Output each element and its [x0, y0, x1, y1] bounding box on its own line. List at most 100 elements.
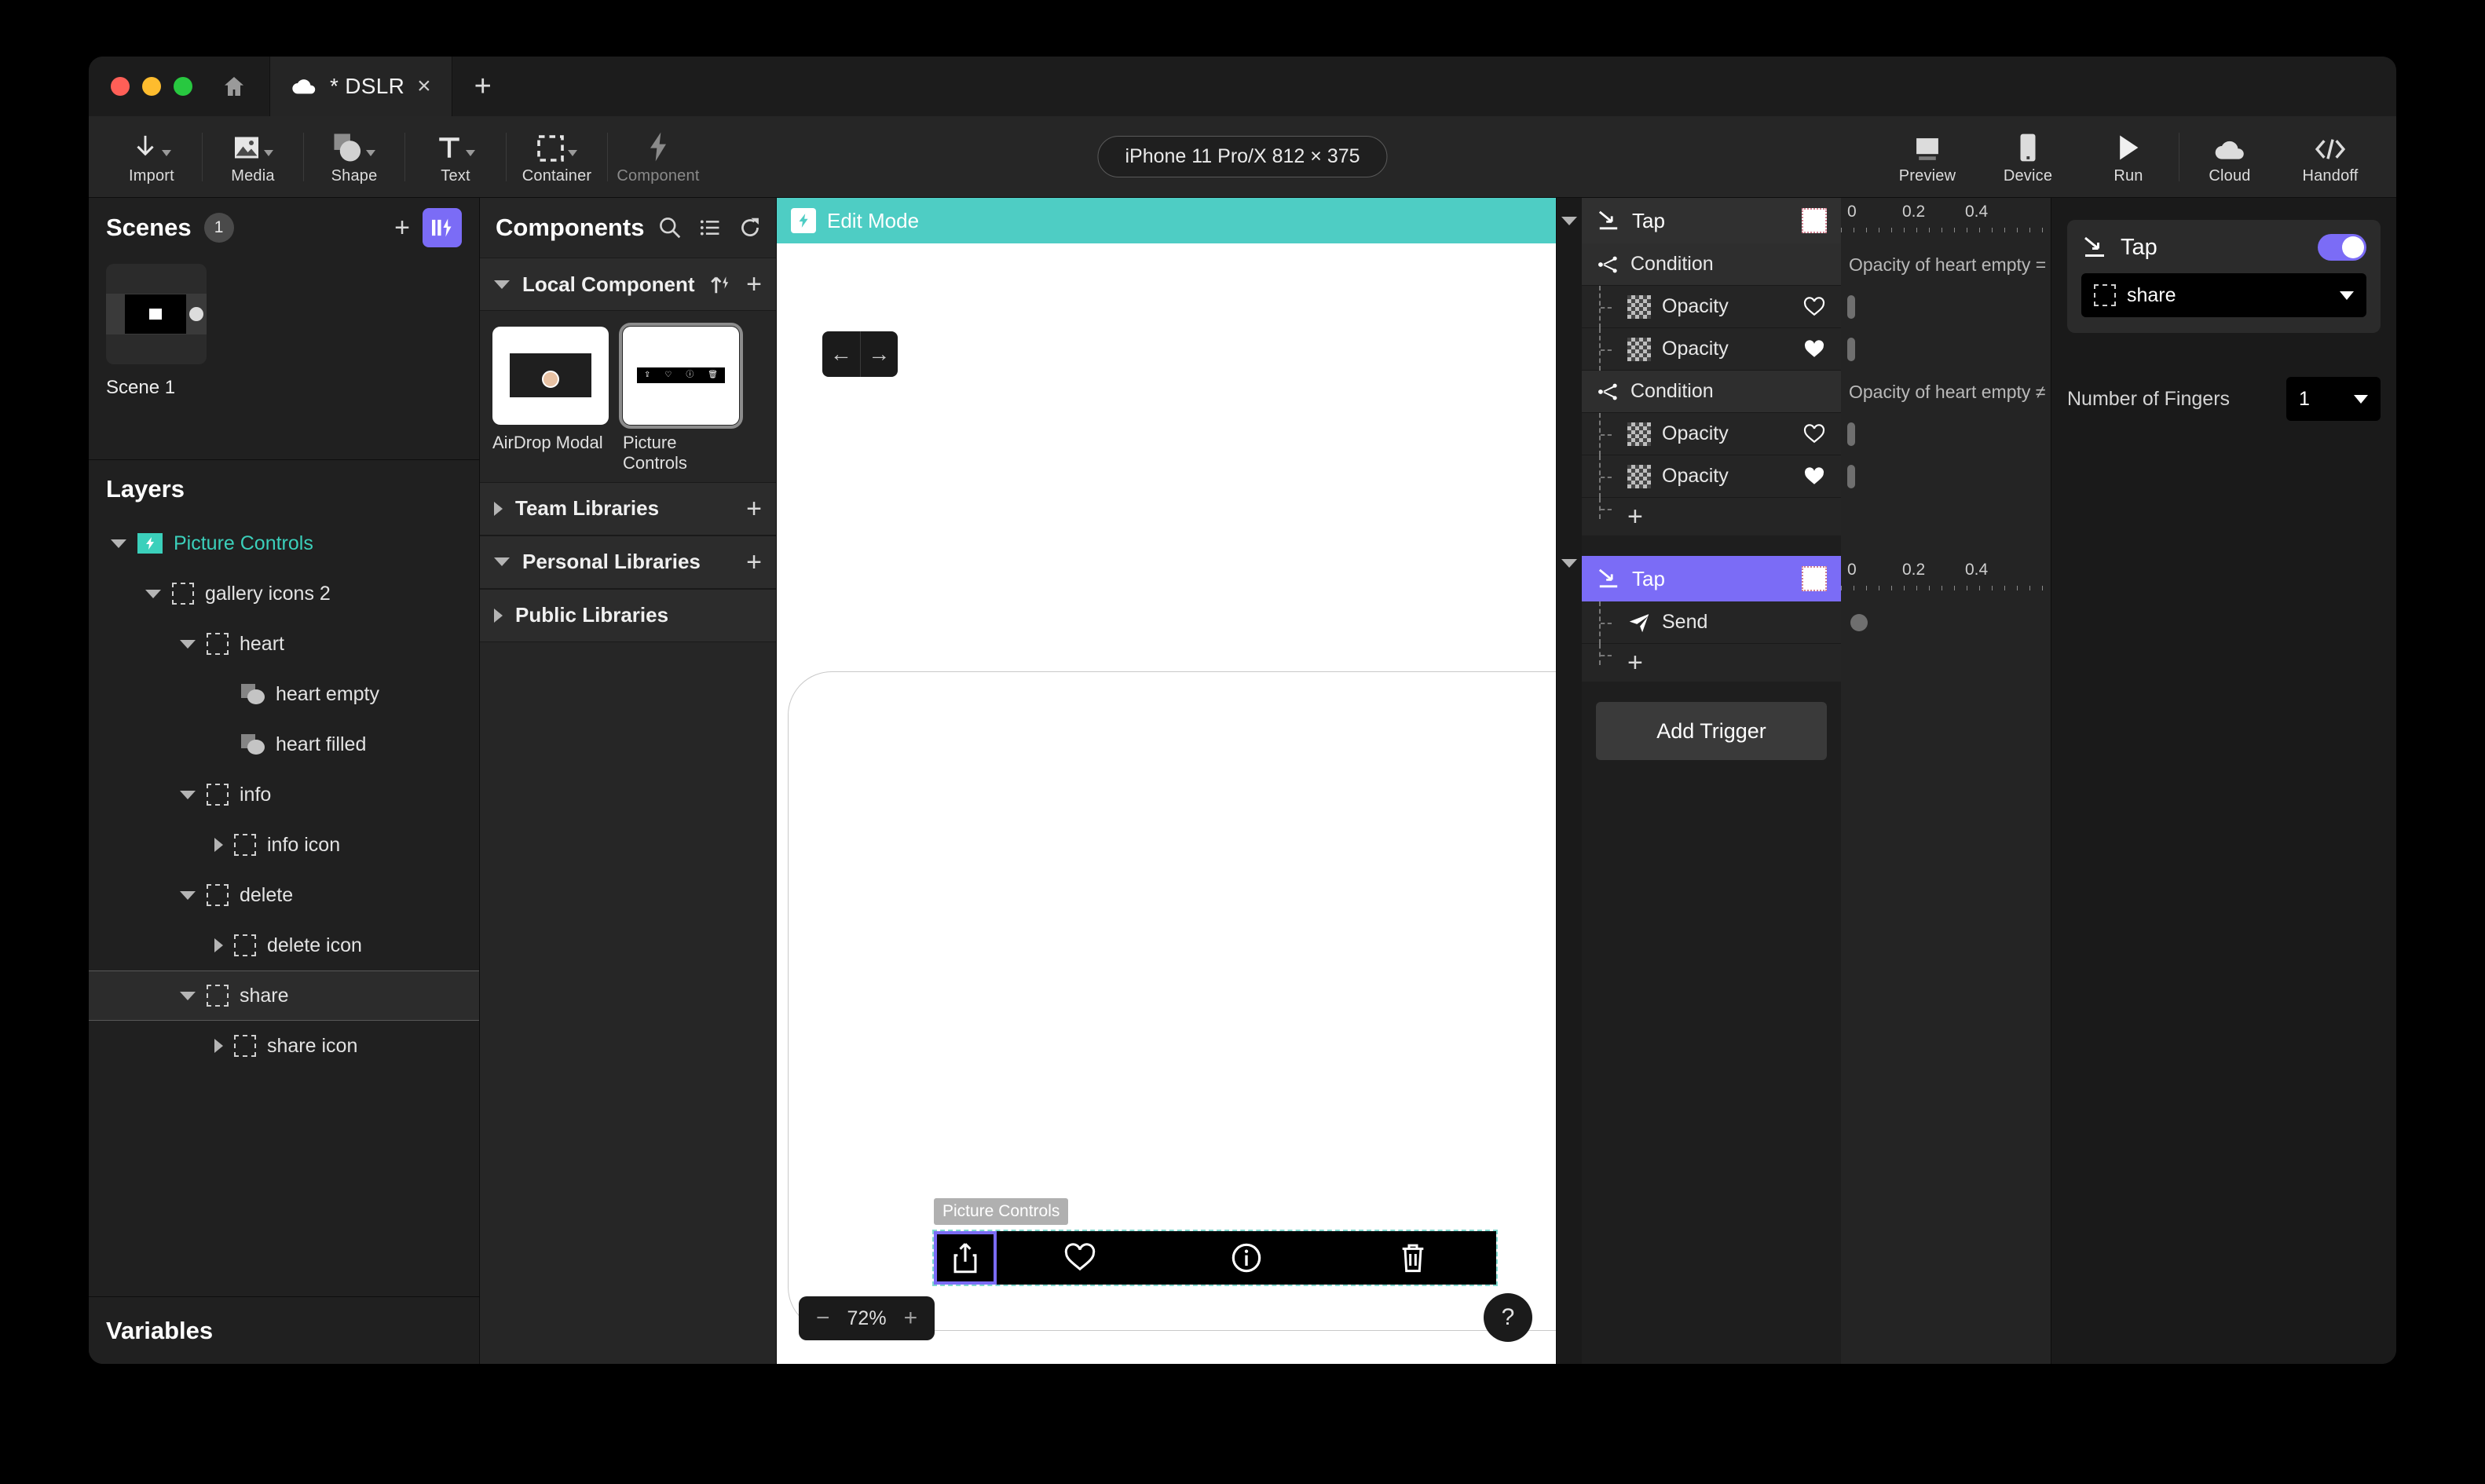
scene-thumbnail[interactable]	[106, 264, 207, 364]
trigger-header-tap-2[interactable]: Tap	[1582, 556, 1841, 601]
trigger-row-action[interactable]: Send	[1582, 601, 1841, 644]
chevron-down-icon[interactable]	[180, 639, 196, 649]
layer-row[interactable]: gallery icons 2	[89, 568, 479, 619]
chevron-down-icon[interactable]	[180, 790, 196, 799]
flash-panel-icon[interactable]	[423, 208, 462, 247]
keyframe-bar[interactable]	[1847, 465, 1855, 488]
component-card[interactable]: AirDrop Modal	[492, 327, 609, 474]
toolbar-device-button[interactable]: Device	[1978, 128, 2078, 185]
search-icon[interactable]	[658, 216, 682, 239]
trigger-target-swatch[interactable]	[1802, 566, 1827, 591]
add-team-library-button[interactable]: +	[746, 495, 762, 522]
layer-row[interactable]: heart	[89, 619, 479, 669]
trigger-row-action[interactable]: Opacity	[1582, 412, 1841, 455]
layer-row[interactable]: info	[89, 769, 479, 820]
add-action-button[interactable]: +	[1627, 503, 1643, 530]
chevron-right-icon[interactable]	[494, 501, 503, 516]
chevron-down-icon[interactable]	[494, 280, 510, 289]
trigger-target-swatch[interactable]	[1802, 208, 1827, 233]
layer-row[interactable]: heart filled	[89, 719, 479, 769]
list-icon[interactable]	[699, 217, 721, 239]
toolbar-component-button[interactable]: Component	[608, 128, 708, 185]
section-local-component[interactable]: Local Component +	[480, 258, 776, 311]
collapse-trigger-2-icon[interactable]	[1561, 558, 1577, 568]
layer-row[interactable]: info icon	[89, 820, 479, 870]
collapse-trigger-1-icon[interactable]	[1561, 216, 1577, 225]
timeline[interactable]: 0 0.2 0.4 Opacity of heart empty = Opaci…	[1841, 198, 2051, 1364]
add-personal-library-button[interactable]: +	[746, 549, 762, 576]
section-public-libraries[interactable]: Public Libraries	[480, 588, 776, 642]
chevron-right-icon[interactable]	[494, 608, 503, 623]
layer-row-share[interactable]: share	[89, 970, 479, 1021]
chevron-down-icon[interactable]	[494, 557, 510, 567]
trigger-header-tap-1[interactable]: Tap	[1582, 198, 1841, 243]
toolbar-import-button[interactable]: Import	[101, 128, 202, 185]
trigger-row-condition[interactable]: Condition	[1582, 243, 1841, 286]
trigger-enabled-toggle[interactable]	[2318, 234, 2366, 261]
trigger-row-condition[interactable]: Condition	[1582, 371, 1841, 413]
trigger-row-action[interactable]: Opacity	[1582, 327, 1841, 371]
canvas-area[interactable]: ← → Picture Controls − 72% + ?	[777, 243, 1556, 1364]
layer-row[interactable]: share icon	[89, 1021, 479, 1071]
add-scene-button[interactable]: +	[394, 214, 410, 241]
chevron-down-icon[interactable]	[180, 991, 196, 1000]
close-window-button[interactable]	[111, 77, 130, 96]
device-size-pill[interactable]: iPhone 11 Pro/X 812 × 375	[1097, 136, 1388, 177]
toolbar-preview-button[interactable]: Preview	[1877, 128, 1978, 185]
trigger-row-action[interactable]: Opacity	[1582, 285, 1841, 328]
toolbar-container-button[interactable]: Container	[507, 128, 607, 185]
refresh-icon[interactable]	[738, 216, 762, 239]
toolbar-media-button[interactable]: Media	[203, 128, 303, 185]
component-card-selected[interactable]: ⇪ ♡ ⓘ 🗑 Picture Controls	[619, 323, 743, 474]
chevron-right-icon[interactable]	[214, 838, 223, 852]
toolbar-handoff-button[interactable]: Handoff	[2280, 128, 2381, 185]
toolbar-run-button[interactable]: Run	[2078, 128, 2179, 185]
keyframe-row[interactable]	[1841, 413, 2051, 455]
add-action-row-2[interactable]: +	[1582, 644, 1841, 682]
nav-back-button[interactable]: ←	[822, 331, 861, 377]
add-local-component-button[interactable]: +	[746, 271, 762, 298]
chevron-down-icon[interactable]	[466, 150, 475, 156]
trigger-row-action[interactable]: Opacity	[1582, 455, 1841, 498]
layer-row[interactable]: delete	[89, 870, 479, 920]
share-icon[interactable]	[934, 1231, 997, 1285]
nav-forward-button[interactable]: →	[861, 331, 898, 377]
chevron-down-icon[interactable]	[111, 539, 126, 548]
zoom-in-button[interactable]: +	[904, 1305, 918, 1332]
picture-controls-component[interactable]	[932, 1230, 1498, 1286]
toolbar-text-button[interactable]: Text	[405, 128, 506, 185]
maximize-window-button[interactable]	[174, 77, 192, 96]
keyframe-row[interactable]	[1841, 601, 2051, 644]
info-icon[interactable]	[1163, 1231, 1330, 1285]
add-trigger-button[interactable]: Add Trigger	[1596, 702, 1827, 760]
keyframe-row[interactable]	[1841, 286, 2051, 328]
chevron-down-icon[interactable]	[162, 150, 171, 156]
keyframe-bar[interactable]	[1847, 295, 1855, 319]
layer-row[interactable]: heart empty	[89, 669, 479, 719]
new-tab-button[interactable]: +	[452, 57, 514, 116]
chevron-down-icon[interactable]	[366, 150, 375, 156]
chevron-down-icon[interactable]	[568, 150, 577, 156]
chevron-down-icon[interactable]	[264, 150, 273, 156]
keyframe-dot[interactable]	[1850, 614, 1868, 631]
chevron-down-icon[interactable]	[145, 589, 161, 598]
keyframe-row[interactable]	[1841, 328, 2051, 371]
upload-flash-icon[interactable]	[708, 273, 730, 295]
keyframe-bar[interactable]	[1847, 338, 1855, 361]
chevron-down-icon[interactable]	[180, 890, 196, 900]
chevron-down-icon[interactable]	[2354, 394, 2368, 404]
layer-row[interactable]: delete icon	[89, 920, 479, 970]
chevron-right-icon[interactable]	[214, 1039, 223, 1053]
close-icon[interactable]: ×	[417, 75, 431, 98]
heart-icon[interactable]	[997, 1231, 1163, 1285]
help-button[interactable]: ?	[1484, 1293, 1532, 1342]
keyframe-bar[interactable]	[1847, 422, 1855, 446]
variables-section[interactable]: Variables	[89, 1296, 479, 1364]
chevron-down-icon[interactable]	[2340, 291, 2354, 300]
section-personal-libraries[interactable]: Personal Libraries +	[480, 535, 776, 589]
layer-row[interactable]: Picture Controls	[89, 518, 479, 568]
chevron-right-icon[interactable]	[214, 938, 223, 952]
section-team-libraries[interactable]: Team Libraries +	[480, 481, 776, 535]
number-of-fingers-select[interactable]: 1	[2286, 377, 2381, 421]
home-icon[interactable]	[221, 74, 247, 99]
